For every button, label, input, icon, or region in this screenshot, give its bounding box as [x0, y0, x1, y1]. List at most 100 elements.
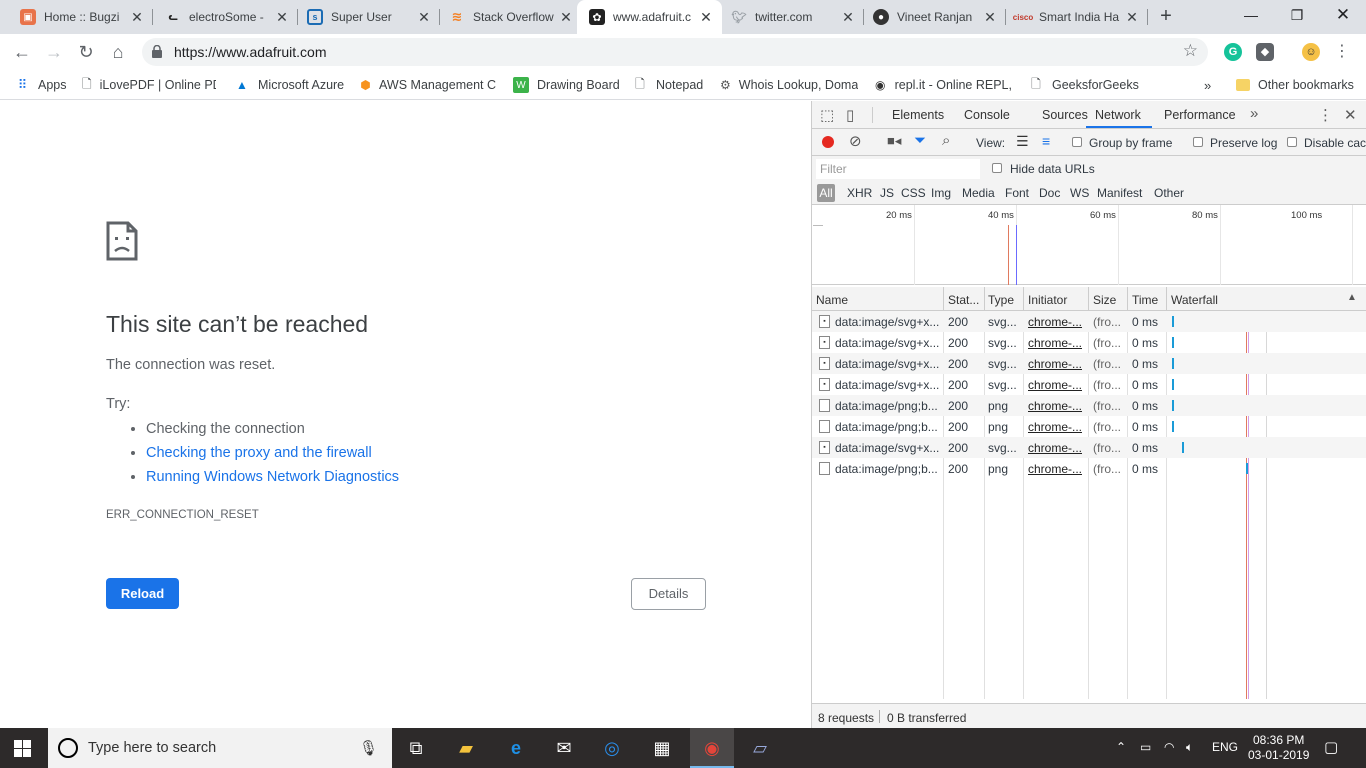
- group-by-frame-checkbox[interactable]: [1072, 137, 1082, 147]
- cell-initiator[interactable]: chrome-...: [1028, 399, 1082, 413]
- bookmark-geeksforgeeks[interactable]: 🗋 GeeksforGeeks: [1028, 76, 1139, 94]
- profile-avatar[interactable]: ☺: [1302, 43, 1320, 61]
- cell-initiator[interactable]: chrome-...: [1028, 315, 1082, 329]
- home-icon[interactable]: ⌂: [106, 40, 130, 64]
- chrome-icon[interactable]: ◉: [690, 728, 734, 768]
- notifications-icon[interactable]: ▢: [1324, 738, 1338, 756]
- more-tabs-icon[interactable]: »: [1250, 105, 1258, 122]
- disable-cache-checkbox[interactable]: [1287, 137, 1297, 147]
- show-hidden-icons[interactable]: ⌃: [1116, 740, 1126, 754]
- type-filter-img[interactable]: Img: [931, 186, 951, 200]
- minimize-button[interactable]: —: [1228, 0, 1274, 32]
- safari-icon[interactable]: ◎: [600, 736, 624, 760]
- network-diagnostics-link[interactable]: Running Windows Network Diagnostics: [146, 469, 399, 485]
- table-row[interactable]: ▪ data:image/svg+x... 200 svg... chrome-... (…: [812, 353, 1366, 374]
- back-button[interactable]: ←: [10, 40, 34, 64]
- device-toolbar-icon[interactable]: ▯: [846, 106, 854, 124]
- maximize-button[interactable]: ❐: [1274, 0, 1320, 32]
- close-tab-icon[interactable]: ✕: [982, 9, 998, 26]
- tab-superuser[interactable]: s Super User ✕: [295, 0, 440, 34]
- tab-github[interactable]: ● Vineet Ranjan ✕: [861, 0, 1006, 34]
- type-filter-other[interactable]: Other: [1154, 186, 1184, 200]
- waterfall-view-icon[interactable]: ≡: [1042, 133, 1050, 149]
- tab-adafruit[interactable]: ✿ www.adafruit.c ✕: [577, 0, 722, 34]
- search-icon[interactable]: ⌕: [942, 132, 950, 149]
- table-row[interactable]: data:image/png;b... 200 png chrome-... (fro.…: [812, 416, 1366, 437]
- devtools-menu-icon[interactable]: ⋮: [1318, 106, 1333, 124]
- proxy-firewall-link[interactable]: Checking the proxy and the firewall: [146, 445, 372, 461]
- record-icon[interactable]: [822, 136, 834, 148]
- type-filter-doc[interactable]: Doc: [1039, 186, 1060, 200]
- reload-icon[interactable]: ↻: [74, 40, 98, 64]
- inspect-element-icon[interactable]: ⬚: [820, 106, 834, 124]
- filter-icon[interactable]: ⏷: [914, 132, 926, 149]
- notes-app-icon[interactable]: ▱: [748, 736, 772, 760]
- grammarly-icon[interactable]: G: [1224, 43, 1242, 61]
- close-tab-icon[interactable]: ✕: [1124, 9, 1140, 26]
- close-tab-icon[interactable]: ✕: [274, 9, 290, 26]
- close-tab-icon[interactable]: ✕: [698, 9, 714, 26]
- bookmark-replit[interactable]: ◉ repl.it - Online REPL,: [874, 76, 1012, 94]
- cell-initiator[interactable]: chrome-...: [1028, 420, 1082, 434]
- tab-performance[interactable]: Performance: [1164, 108, 1236, 122]
- task-view-icon[interactable]: ⧉: [404, 736, 428, 760]
- cell-initiator[interactable]: chrome-...: [1028, 441, 1082, 455]
- microphone-icon[interactable]: 🎙︎: [359, 739, 378, 757]
- close-tab-icon[interactable]: ✕: [416, 9, 432, 26]
- new-tab-button[interactable]: +: [1154, 4, 1178, 28]
- col-waterfall[interactable]: Waterfall: [1171, 293, 1218, 307]
- other-bookmarks[interactable]: Other bookmarks: [1236, 76, 1354, 94]
- close-tab-icon[interactable]: ✕: [129, 9, 145, 26]
- type-filter-manifest[interactable]: Manifest: [1097, 186, 1142, 200]
- tab-twitter[interactable]: 🐦︎ twitter.com ✕: [719, 0, 864, 34]
- wifi-icon[interactable]: ◠: [1164, 740, 1174, 754]
- battery-icon[interactable]: ▭: [1140, 740, 1151, 754]
- bookmarks-overflow-icon[interactable]: »: [1204, 76, 1211, 94]
- tab-network[interactable]: Network: [1095, 108, 1141, 122]
- mail-icon[interactable]: ✉: [552, 736, 576, 760]
- tab-electrosome[interactable]: ᓚ electroSome - ✕: [153, 0, 298, 34]
- screenshot-icon[interactable]: ■◂: [887, 133, 901, 149]
- hide-data-urls-checkbox[interactable]: [992, 163, 1002, 173]
- taskbar-search[interactable]: Type here to search 🎙︎: [48, 728, 392, 768]
- type-filter-font[interactable]: Font: [1005, 186, 1029, 200]
- clear-icon[interactable]: ⊘: [849, 132, 862, 150]
- store-icon[interactable]: ▦: [650, 736, 674, 760]
- file-explorer-icon[interactable]: ▰: [454, 736, 478, 760]
- col-time[interactable]: Time: [1132, 293, 1158, 307]
- cell-initiator[interactable]: chrome-...: [1028, 357, 1082, 371]
- cell-initiator[interactable]: chrome-...: [1028, 462, 1082, 476]
- bookmark-star-icon[interactable]: ☆: [1183, 41, 1198, 61]
- bookmark-notepad[interactable]: 🗋 Notepad: [632, 76, 703, 94]
- close-window-button[interactable]: ✕: [1320, 0, 1366, 32]
- clock[interactable]: 08:36 PM 03-01-2019: [1248, 733, 1309, 763]
- bookmark-ilovepdf[interactable]: 🗋 iLovePDF | Online PD: [82, 76, 216, 94]
- preserve-log-checkbox[interactable]: [1193, 137, 1203, 147]
- windows-start-icon[interactable]: [14, 740, 31, 757]
- cell-initiator[interactable]: chrome-...: [1028, 336, 1082, 350]
- bookmark-drawing-board[interactable]: W Drawing Board: [513, 76, 620, 94]
- bookmark-apps[interactable]: ⠿ Apps: [14, 76, 67, 94]
- col-status[interactable]: Stat...: [948, 293, 979, 307]
- table-row[interactable]: data:image/png;b... 200 png chrome-... (fro.…: [812, 458, 1366, 479]
- tab-bugzilla[interactable]: ▣ Home :: Bugzi ✕: [8, 0, 153, 34]
- col-initiator[interactable]: Initiator: [1028, 293, 1067, 307]
- forward-button[interactable]: →: [42, 40, 66, 64]
- sort-ascending-icon[interactable]: ▲: [1347, 292, 1357, 303]
- table-row[interactable]: ▪ data:image/svg+x... 200 svg... chrome-... (…: [812, 374, 1366, 395]
- close-devtools-icon[interactable]: ✕: [1344, 106, 1357, 124]
- tab-sources[interactable]: Sources: [1042, 108, 1088, 122]
- tab-console[interactable]: Console: [964, 108, 1010, 122]
- type-filter-media[interactable]: Media: [962, 186, 995, 200]
- suggestion-link[interactable]: Checking the proxy and the firewall: [146, 441, 399, 465]
- language-indicator[interactable]: ENG: [1212, 740, 1238, 754]
- cell-initiator[interactable]: chrome-...: [1028, 378, 1082, 392]
- type-filter-ws[interactable]: WS: [1070, 186, 1089, 200]
- bookmark-whois[interactable]: ⚙ Whois Lookup, Doma: [720, 76, 858, 94]
- edge-icon[interactable]: e: [504, 736, 528, 760]
- network-overview[interactable]: 20 ms 40 ms 60 ms 80 ms 100 ms: [812, 205, 1366, 285]
- address-bar[interactable]: https://www.adafruit.com ☆: [142, 38, 1208, 66]
- table-row[interactable]: ▪ data:image/svg+x... 200 svg... chrome-... (…: [812, 311, 1366, 332]
- type-filter-all[interactable]: All: [817, 184, 835, 202]
- type-filter-xhr[interactable]: XHR: [847, 186, 872, 200]
